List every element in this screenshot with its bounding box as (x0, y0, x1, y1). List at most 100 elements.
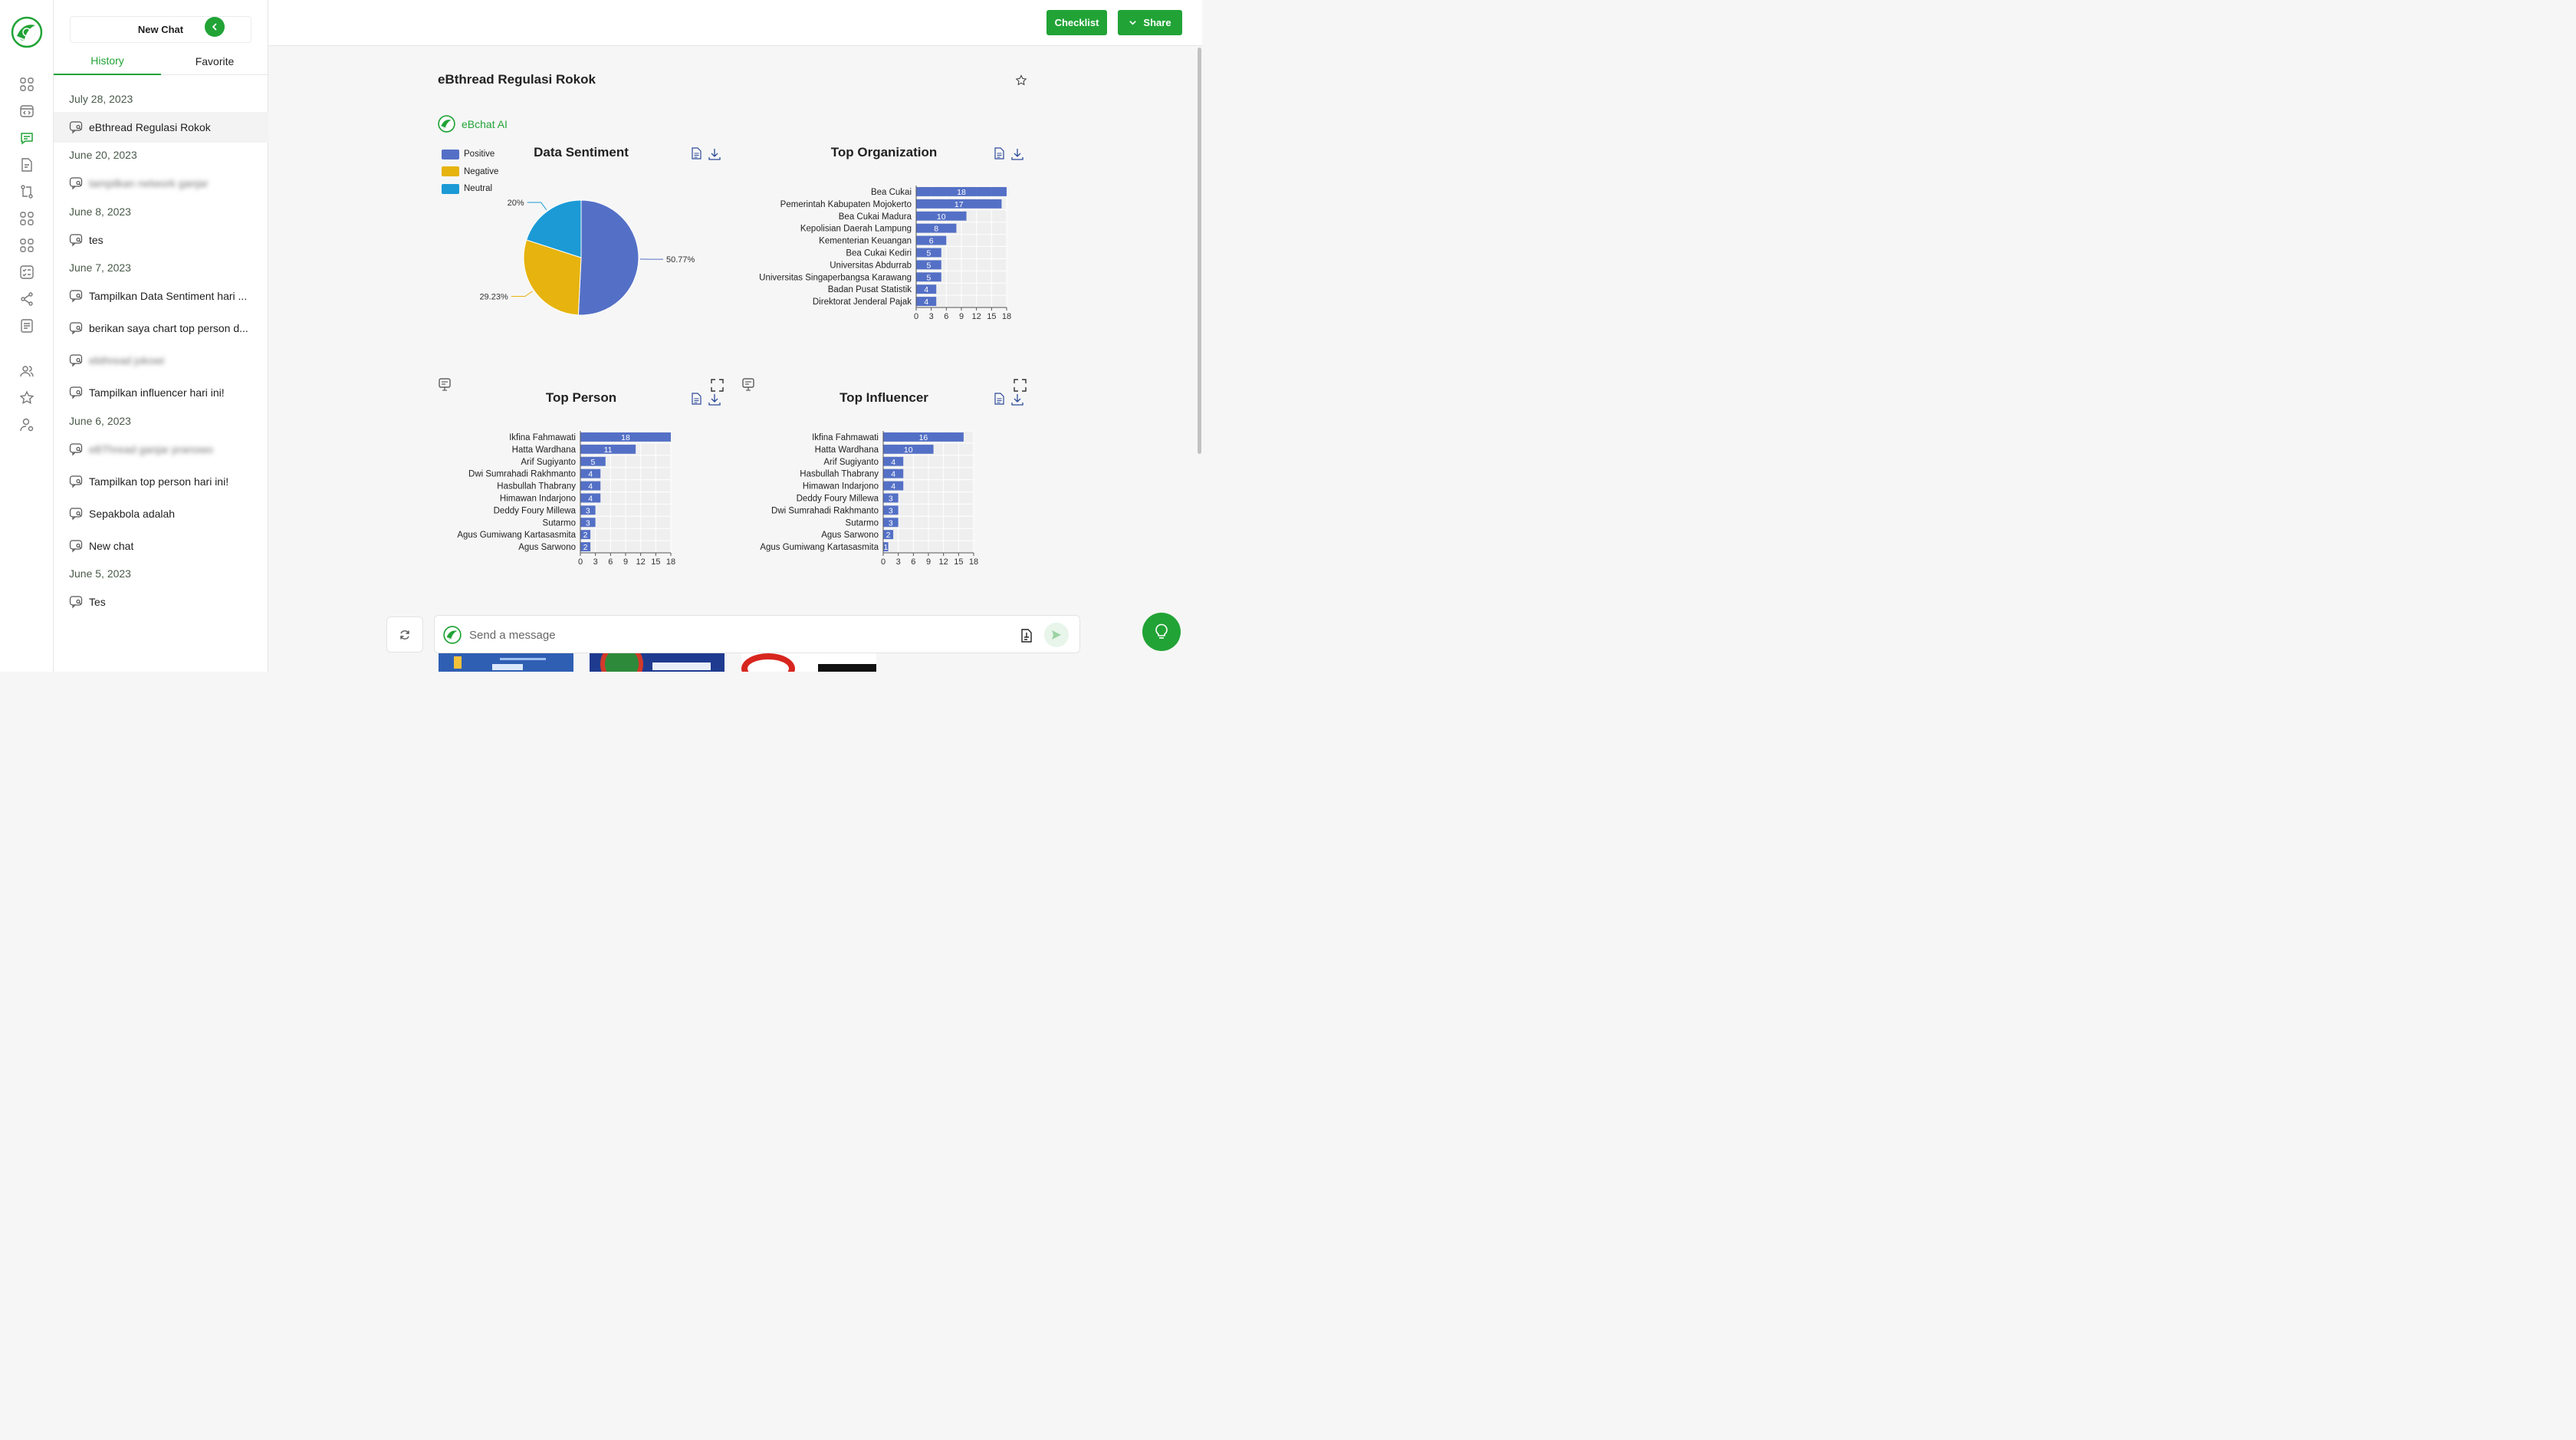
tips-button[interactable] (1142, 613, 1181, 651)
x-tick-label: 6 (911, 557, 915, 567)
send-button[interactable] (1044, 623, 1069, 647)
download-icon[interactable] (708, 149, 721, 160)
fullscreen-icon[interactable] (711, 379, 724, 392)
bar-value-label: 5 (926, 248, 931, 258)
pie-data-label: 29.23% (479, 293, 508, 302)
bar-value-label: 3 (586, 506, 590, 515)
bar-value-label: 2 (886, 531, 891, 540)
x-tick-label: 0 (881, 557, 886, 567)
category-label: Deddy Foury Millewa (797, 494, 879, 503)
preview-shape (600, 653, 643, 672)
category-label: Bea Cukai (871, 188, 912, 197)
bar-value-label: 6 (929, 237, 934, 246)
category-label: Pemerintah Kabupaten Mojokerto (780, 200, 912, 209)
category-label: Kepolisian Daerah Lampung (800, 225, 912, 234)
bar-value-label: 18 (957, 188, 966, 197)
bar-value-label: 5 (926, 273, 931, 282)
bar-value-label: 5 (590, 458, 595, 467)
category-label: Hatta Wardhana (512, 445, 577, 455)
category-label: Kementerian Keuangan (819, 237, 912, 246)
category-label: Himawan Indarjono (803, 482, 879, 492)
category-label: Universitas Singaperbangsa Karawang (759, 273, 912, 282)
scrollbar-thumb[interactable] (1198, 48, 1201, 454)
bar-value-label: 8 (934, 225, 938, 234)
preview-image (439, 653, 573, 672)
category-label: Dwi Sumrahadi Rakhmanto (468, 470, 576, 479)
category-label: Bea Cukai Madura (839, 212, 912, 222)
pin-board-icon[interactable] (742, 378, 754, 391)
preview-shape (652, 662, 711, 670)
bar-value-label: 18 (621, 433, 630, 442)
bar-value-label: 3 (889, 494, 893, 503)
refresh-icon (400, 630, 409, 639)
bar-value-label: 4 (891, 470, 895, 479)
x-tick-label: 18 (1002, 312, 1011, 321)
x-tick-label: 3 (593, 557, 598, 567)
preview-image (741, 653, 876, 672)
x-tick-label: 15 (954, 557, 963, 567)
category-label: Dwi Sumrahadi Rakhmanto (771, 506, 879, 515)
charts-canvas: 50.77%29.23%20%0 3 6 9 12 15 1818Bea Cukai17Pe… (439, 147, 1027, 567)
x-tick-label: 3 (896, 557, 901, 567)
category-label: Sutarmo (846, 518, 879, 528)
pie-slice-positive[interactable] (577, 199, 639, 316)
view-data-icon[interactable] (994, 147, 1004, 159)
x-tick-label: 15 (987, 312, 996, 321)
preview-shape (818, 664, 876, 672)
x-tick-label: 0 (578, 557, 583, 567)
category-label: Sutarmo (543, 518, 576, 528)
category-label: Himawan Indarjono (500, 494, 576, 503)
preview-shape (454, 656, 462, 669)
pie-data-label: 50.77% (666, 255, 695, 265)
attach-document-icon[interactable] (1019, 628, 1034, 643)
category-label: Hasbullah Thabrany (497, 482, 576, 492)
bar-value-label: 3 (889, 518, 893, 528)
download-icon[interactable] (708, 394, 721, 406)
x-tick-label: 12 (972, 312, 981, 321)
bar-value-label: 4 (924, 285, 928, 294)
regenerate-button[interactable] (386, 616, 423, 653)
bar-value-label: 4 (891, 458, 895, 467)
category-label: Universitas Abdurrab (830, 261, 912, 270)
bar-value-label: 4 (588, 494, 593, 503)
view-data-icon[interactable] (692, 393, 702, 405)
bar-value-label: 16 (919, 433, 928, 442)
category-label: Hatta Wardhana (815, 445, 879, 455)
x-tick-label: 0 (914, 312, 918, 321)
x-tick-label: 6 (944, 312, 948, 321)
x-tick-label: 18 (969, 557, 978, 567)
bar-value-label: 10 (904, 445, 913, 455)
category-label: Badan Pusat Statistik (828, 285, 912, 294)
view-data-icon[interactable] (692, 147, 702, 159)
category-label: Direktorat Jenderal Pajak (813, 298, 912, 307)
chevron-left-icon (212, 23, 217, 31)
bar-value-label: 5 (926, 261, 931, 270)
category-label: Deddy Foury Millewa (494, 506, 577, 515)
x-tick-label: 9 (926, 557, 931, 567)
category-label: Agus Gumiwang Kartasasmita (760, 543, 879, 552)
preview-shape (741, 653, 795, 672)
bar-value-label: 4 (924, 298, 928, 307)
download-icon[interactable] (1011, 149, 1024, 160)
scrollbar[interactable] (1197, 46, 1202, 672)
collapse-sidebar-button[interactable] (205, 17, 225, 37)
download-icon[interactable] (1011, 394, 1024, 406)
x-tick-label: 9 (959, 312, 964, 321)
preview-shape (492, 664, 523, 670)
x-tick-label: 3 (929, 312, 934, 321)
send-icon (1052, 630, 1061, 639)
bar-value-label: 11 (604, 445, 613, 455)
bar-value-label: 4 (588, 482, 593, 492)
bar-value-label: 3 (586, 518, 590, 528)
category-label: Arif Sugiyanto (823, 458, 879, 467)
message-input[interactable] (469, 625, 1006, 645)
bar-value-label: 17 (955, 200, 964, 209)
category-label: Hasbullah Thabrany (800, 470, 879, 479)
fullscreen-icon[interactable] (1014, 379, 1027, 392)
pie-label-line (527, 202, 547, 210)
pin-board-icon[interactable] (439, 378, 451, 391)
bar-value-label: 1 (883, 543, 888, 552)
x-tick-label: 12 (636, 557, 646, 567)
preview-image (590, 653, 724, 672)
view-data-icon[interactable] (994, 393, 1004, 405)
